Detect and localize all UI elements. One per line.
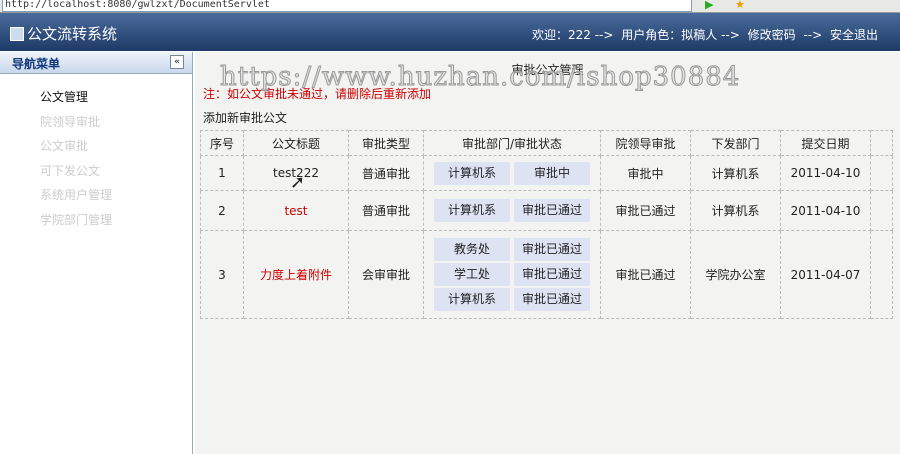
documents-table: 序号 公文标题 审批类型 审批部门/审批状态 院领导审批 下发部门 提交日期 1…	[200, 130, 893, 319]
address-bar[interactable]: http://localhost:8080/gwlzxt/DocumentSer…	[2, 0, 692, 12]
welcome-text: 欢迎：222 -->	[531, 28, 614, 42]
table-row: 3 力度上着附件 会审审批 教务处 审批已通过 学工处 审批已通过 计算机系 审批已通…	[200, 230, 893, 319]
sidebar-item-users[interactable]: 系统用户管理	[40, 186, 192, 211]
row-title-link[interactable]: test	[243, 190, 349, 231]
go-icon[interactable]: ▶	[705, 0, 713, 11]
logo-icon	[10, 27, 24, 41]
col-no: 序号	[200, 130, 244, 156]
change-password-link[interactable]: 修改密码	[748, 28, 796, 42]
arrow-text: -->	[803, 28, 823, 42]
dept-status: 审批已通过	[514, 199, 590, 222]
dept: 计算机系	[434, 288, 510, 311]
note-text: 注：如公文审批未通过，请删除后重新添加	[203, 87, 432, 101]
col-date: 提交日期	[780, 130, 871, 156]
col-depts: 审批部门/审批状态	[423, 130, 601, 156]
row-date: 2011-04-10	[780, 155, 871, 191]
row-no: 1	[200, 155, 244, 191]
role-text: 用户角色：拟稿人 -->	[621, 28, 740, 42]
dept: 计算机系	[434, 199, 510, 222]
app-title: 公文流转系统	[27, 25, 118, 43]
col-type: 审批类型	[348, 130, 424, 156]
row-no: 3	[200, 230, 244, 319]
row-extra	[870, 155, 893, 191]
app-header: 公文流转系统 欢迎：222 --> 用户角色：拟稿人 --> 修改密码 --> …	[0, 13, 900, 51]
row-date: 2011-04-10	[780, 190, 871, 231]
dept: 计算机系	[434, 161, 510, 185]
add-document-link[interactable]: 添加新审批公文	[203, 109, 287, 126]
row-type: 普通审批	[348, 155, 424, 191]
row-type: 普通审批	[348, 190, 424, 231]
logout-link[interactable]: 安全退出	[830, 28, 878, 42]
row-date: 2011-04-07	[780, 230, 871, 319]
table-row: 2 test 普通审批 计算机系 审批已通过 审批已通过 计算机系 2011-04…	[200, 190, 893, 231]
dept-status: 审批已通过	[514, 288, 590, 311]
row-leader: 审批已通过	[600, 230, 691, 319]
col-title: 公文标题	[243, 130, 349, 156]
row-extra	[870, 190, 893, 231]
row-leader: 审批中	[600, 155, 691, 191]
dept-status: 审批已通过	[514, 238, 590, 261]
col-extra	[870, 130, 893, 156]
sidebar-item-document-approval[interactable]: 公文审批	[40, 137, 192, 162]
col-issue: 下发部门	[690, 130, 781, 156]
browser-toolbar: http://localhost:8080/gwlzxt/DocumentSer…	[0, 0, 900, 13]
row-type: 会审审批	[348, 230, 424, 319]
sidebar-item-leader-approval[interactable]: 院领导审批	[40, 113, 192, 138]
sidebar-item-departments[interactable]: 学院部门管理	[40, 211, 192, 236]
row-issue: 计算机系	[690, 190, 781, 231]
dept: 教务处	[434, 238, 510, 261]
favorites-icon[interactable]: ★	[735, 0, 745, 11]
sidebar-title: 导航菜单	[12, 57, 61, 71]
row-issue: 计算机系	[690, 155, 781, 191]
row-issue: 学院办公室	[690, 230, 781, 319]
sidebar-item-issuable[interactable]: 可下发公文	[40, 162, 192, 187]
row-extra	[870, 230, 893, 319]
row-no: 2	[200, 190, 244, 231]
dept: 学工处	[434, 263, 510, 286]
mouse-cursor-icon: ➚	[290, 172, 306, 193]
col-leader: 院领导审批	[600, 130, 691, 156]
dept-status: 审批已通过	[514, 263, 590, 286]
dept-status: 审批中	[514, 161, 590, 185]
row-leader: 审批已通过	[600, 190, 691, 231]
sidebar: 导航菜单 « 公文管理 院领导审批 公文审批 可下发公文 系统用户管理 学院部门管…	[0, 52, 193, 454]
row-title-link[interactable]: 力度上着附件	[243, 230, 349, 319]
collapse-icon[interactable]: «	[170, 55, 184, 69]
sidebar-item-document-management[interactable]: 公文管理	[40, 88, 192, 113]
page-title: 审批公文管理	[511, 63, 584, 77]
